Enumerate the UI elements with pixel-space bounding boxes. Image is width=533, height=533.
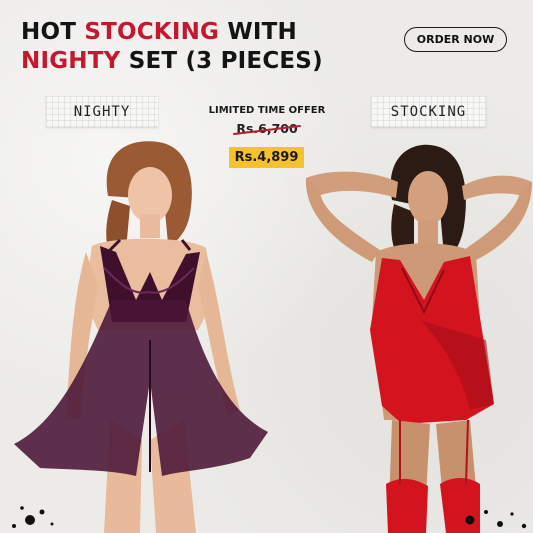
paint-splatter-decoration [12,506,527,529]
